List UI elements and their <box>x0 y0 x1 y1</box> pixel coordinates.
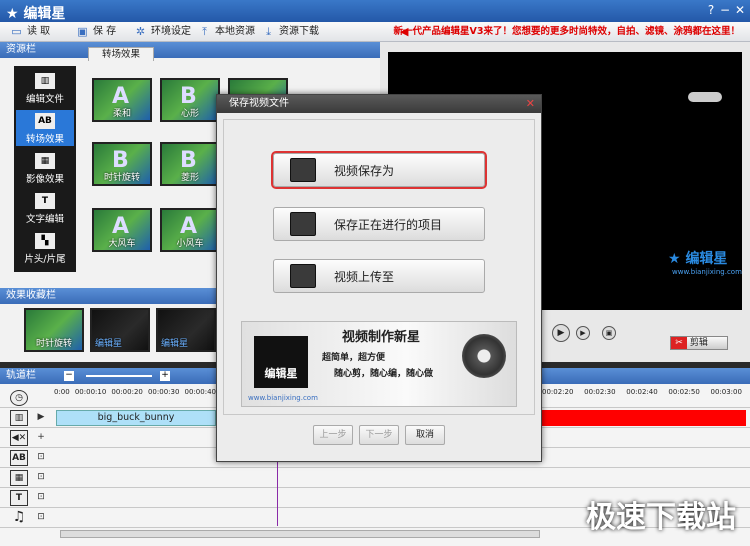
prev-button[interactable]: 上一步 <box>313 425 353 445</box>
play-track-icon[interactable]: ▶ <box>36 412 46 422</box>
banner-line2: 随心剪，随心编，随心做 <box>334 369 434 379</box>
title-icon: ▚ <box>35 233 55 249</box>
image-icon: ▦ <box>35 153 55 169</box>
download-icon: ⤓ <box>266 25 271 38</box>
sidebar-item-image-effects[interactable]: ▦ 影像效果 <box>16 150 74 186</box>
play-button[interactable]: ▶ <box>552 324 570 342</box>
save-button[interactable]: ▣ 保 存 <box>76 24 116 40</box>
zoom-out-button[interactable]: − <box>64 371 74 381</box>
favorite-tile[interactable]: 编辑星 <box>156 308 216 352</box>
sidebar-item-title-credits[interactable]: ▚ 片头/片尾 <box>16 230 74 266</box>
save-project-button[interactable]: 保存正在进行的项目 <box>273 207 485 241</box>
settings-button[interactable]: ✲ 环境设定 <box>134 24 191 40</box>
lock-icon[interactable]: ⊡ <box>36 492 46 502</box>
app-title: 编辑星 <box>23 6 66 22</box>
favorite-tile[interactable]: 时针旋转 <box>24 308 84 352</box>
gear-icon: ✲ <box>135 25 146 38</box>
favorite-tile[interactable]: 编辑星 <box>90 308 150 352</box>
film-icon: ▥ <box>10 410 28 426</box>
dialog-close-icon[interactable]: ✕ <box>526 97 535 110</box>
film-icon: ▥ <box>35 73 55 89</box>
toolbar: ▭ 读 取 ▣ 保 存 ✲ 环境设定 ⤒ 本地资源 ⤓ 资源下载 ◀ 新一代产品编辑星V3… <box>0 22 750 42</box>
folder-open-icon: ▭ <box>11 25 22 38</box>
resource-header: 资源栏 <box>0 42 380 58</box>
ab-icon: AB <box>35 113 55 129</box>
player-watermark: ★ 编辑星 <box>668 251 728 267</box>
camera-icon <box>688 92 722 102</box>
banner-headline: 视频制作新星 <box>342 330 421 345</box>
add-track-icon[interactable]: + <box>36 432 46 442</box>
resource-sidebar: ▥ 编辑文件 AB 转场效果 ▦ 影像效果 T 文字编辑 ▚ 片头/片尾 <box>14 66 76 272</box>
ab-icon: AB <box>10 450 28 466</box>
banner-url: www.bianjixing.com <box>248 394 318 402</box>
film-strip-icon <box>290 212 316 236</box>
upload-icon: ⤒ <box>202 25 207 38</box>
save-icon: ▣ <box>77 25 88 38</box>
lock-icon[interactable]: ⊡ <box>36 452 46 462</box>
transition-tile[interactable]: B 时针旋转 <box>92 142 152 186</box>
floppy-icon <box>290 158 316 182</box>
transition-tile[interactable]: A 大风车 <box>92 208 152 252</box>
fullscreen-button[interactable]: ▣ <box>602 326 616 340</box>
music-icon: ♫ <box>12 509 26 525</box>
local-resources-button[interactable]: ⤒ 本地资源 <box>198 24 255 40</box>
transition-tile[interactable]: B 心形 <box>160 78 220 122</box>
text-icon: T <box>35 193 55 209</box>
image-icon: ▦ <box>10 470 28 486</box>
video-clip-end[interactable] <box>542 410 746 426</box>
transition-tile[interactable]: A 柔和 <box>92 78 152 122</box>
save-video-as-button[interactable]: 视频保存为 <box>271 151 487 189</box>
tab-transitions[interactable]: 转场效果 <box>88 47 154 61</box>
transition-tile[interactable]: B 菱形 <box>160 142 220 186</box>
minimize-button[interactable]: − <box>718 2 732 18</box>
site-watermark: 极速下载站 <box>586 500 736 535</box>
sidebar-item-transitions[interactable]: AB 转场效果 <box>16 110 74 146</box>
promo-banner: 编辑星 视频制作新星 超简单，超方便 随心剪，随心编，随心做 www.bianj… <box>241 321 517 407</box>
effect-track: ▦ ⊡ <box>0 468 750 488</box>
transition-tile[interactable]: A 小风车 <box>160 208 220 252</box>
zoom-in-button[interactable]: + <box>160 371 170 381</box>
zoom-slider[interactable] <box>86 375 152 377</box>
upload-video-button[interactable]: 视频上传至 <box>273 259 485 293</box>
upload-icon <box>290 264 316 288</box>
close-button[interactable]: ✕ <box>733 2 747 18</box>
promo-link[interactable]: 新一代产品编辑星V3来了！您想要的更多时尚特效，自拍、滤镜、涂鸦都在这里！ <box>394 24 740 40</box>
audio-icon: ◀✕ <box>10 430 28 446</box>
clock-icon: ◷ <box>10 390 28 406</box>
banner-logo: 编辑星 <box>254 336 308 388</box>
player-watermark-url: www.bianjixing.com <box>672 268 742 276</box>
scissors-icon: ✂ <box>671 337 687 349</box>
help-button[interactable]: ? <box>704 2 718 18</box>
resource-download-button[interactable]: ⤓ 资源下载 <box>262 24 319 40</box>
banner-line1: 超简单，超方便 <box>322 353 386 363</box>
horizontal-scrollbar[interactable] <box>60 530 540 538</box>
film-reel-icon <box>462 334 506 378</box>
app-logo: ★ 编辑星 <box>6 6 66 22</box>
next-button[interactable]: 下一步 <box>359 425 399 445</box>
text-icon: T <box>10 490 28 506</box>
save-video-dialog: 保存视频文件 ✕ 视频保存为 保存正在进行的项目 视频上传至 编辑星 视频制作新… <box>216 94 542 462</box>
cut-button[interactable]: ✂ 剪辑 <box>670 336 728 350</box>
cancel-button[interactable]: 取消 <box>405 425 445 445</box>
next-frame-button[interactable]: ▶ <box>576 326 590 340</box>
title-bar: ★ 编辑星 ? − ✕ <box>0 0 750 22</box>
sidebar-item-edit-file[interactable]: ▥ 编辑文件 <box>16 70 74 106</box>
lock-icon[interactable]: ⊡ <box>36 512 46 522</box>
sidebar-item-text-edit[interactable]: T 文字编辑 <box>16 190 74 226</box>
video-clip[interactable]: big_buck_bunny <box>56 410 216 426</box>
read-button[interactable]: ▭ 读 取 <box>10 24 50 40</box>
lock-icon[interactable]: ⊡ <box>36 472 46 482</box>
dialog-title: 保存视频文件 <box>217 95 541 113</box>
